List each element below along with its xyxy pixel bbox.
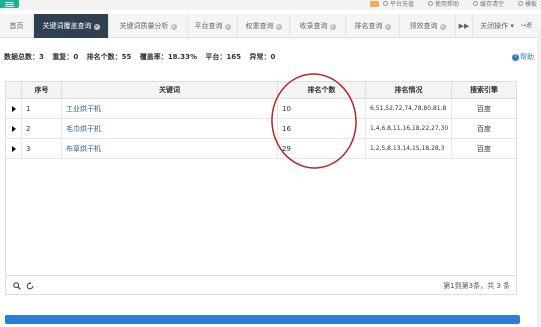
column-header-rank-count[interactable]: 排名个数 — [278, 82, 366, 99]
tab-platform-query[interactable]: 平台查询 × — [188, 14, 238, 38]
tab-effect-query[interactable]: 领效查询 × — [400, 14, 456, 38]
close-icon[interactable]: × — [93, 24, 100, 30]
row-keyword: 毛巾烘干机 — [62, 119, 278, 139]
template-link[interactable]: 模板 — [517, 0, 537, 8]
expand-row-icon[interactable] — [6, 139, 22, 159]
tab-index-query[interactable]: 收录查询 × — [290, 14, 346, 38]
row-index: 2 — [22, 119, 62, 139]
row-rank-count: 10 — [278, 99, 366, 119]
close-icon[interactable]: × — [329, 24, 336, 30]
row-index: 3 — [22, 139, 62, 159]
template-dot-icon — [517, 1, 523, 6]
bottom-progress-bar — [5, 315, 520, 324]
table-footer: 第1到第3条，共 3 条 — [6, 275, 516, 295]
coverage-rate: 18.33% — [167, 53, 197, 61]
vertical-scrollbar[interactable] — [537, 30, 541, 327]
rank-count: 55 — [121, 53, 132, 61]
refresh-icon[interactable] — [26, 282, 34, 290]
column-header-rank-detail[interactable]: 排名情况 — [366, 82, 452, 99]
close-icon[interactable]: × — [275, 24, 282, 30]
help-icon: ? — [512, 53, 519, 61]
page-tabs: 首页 关键词覆盖查询 × 关键词质量分析 × 平台查询 × 权重查询 × 收录查询 × 排… — [0, 14, 541, 38]
table-row[interactable]: 1 工业烘干机 10 6,51,52,72,74,78,80,81,8 百度 — [6, 99, 516, 119]
menu-toggle-button[interactable] — [0, 0, 19, 8]
row-rank-detail: 1,2,5,8,13,14,15,18,28,3 — [366, 139, 452, 159]
top-strip: 平台充值 使用帮助 缓存清空 模板 — [0, 0, 541, 10]
platform-count: 165 — [226, 53, 242, 61]
tab-keyword-coverage[interactable]: 关键词覆盖查询 × — [34, 14, 109, 38]
tab-weight-query[interactable]: 权重查询 × — [238, 14, 290, 38]
row-index: 1 — [22, 99, 62, 119]
column-header-index[interactable]: 序号 — [22, 82, 62, 99]
cache-dot-icon — [472, 1, 478, 6]
expand-row-icon[interactable] — [6, 99, 22, 119]
top-toolbar: 平台充值 使用帮助 缓存清空 模板 — [369, 0, 537, 8]
row-rank-detail: 1,4,6,8,11,16,18,22,27,30 — [366, 119, 452, 139]
close-icon[interactable]: × — [384, 24, 391, 30]
pagination-info: 第1到第3条，共 3 条 — [443, 282, 510, 290]
search-icon[interactable] — [13, 282, 21, 290]
recharge-link[interactable]: 平台充值 — [382, 0, 414, 8]
recharge-dot-icon — [382, 1, 388, 6]
table-row[interactable]: 3 布草烘干机 29 1,2,5,8,13,14,15,18,28,3 百度 — [6, 139, 516, 159]
results-table: 序号 关键词 排名个数 排名情况 搜索引擎 1 工业烘干机 10 6,51,52… — [5, 81, 517, 295]
tab-keyword-quality[interactable]: 关键词质量分析 × — [109, 14, 188, 38]
column-header-engine[interactable]: 搜索引擎 — [452, 82, 516, 99]
tabs-scroll-right-icon[interactable]: ▶▶ — [456, 14, 473, 38]
close-icon[interactable]: × — [224, 24, 231, 30]
help-dot-icon — [427, 1, 433, 6]
table-row[interactable]: 2 毛巾烘干机 16 1,4,6,8,11,16,18,22,27,30 百度 — [6, 119, 516, 139]
duplicate-count: 0 — [73, 53, 79, 61]
close-operations-dropdown[interactable]: 关闭操作 ▾ — [473, 14, 521, 38]
row-engine: 百度 — [477, 145, 491, 153]
recharge-icon — [369, 0, 379, 7]
expand-row-icon[interactable] — [6, 119, 22, 139]
stats-summary: 数据总数：3 重复：0 排名个数：55 覆盖率：18.33% 平台：165 异常… — [4, 53, 276, 61]
row-rank-detail: 6,51,52,72,74,78,80,81,8 — [366, 99, 452, 119]
help-doc-link[interactable]: 使用帮助 — [427, 0, 459, 8]
table-header: 序号 关键词 排名个数 排名情况 搜索引擎 — [6, 82, 516, 99]
total-count: 3 — [39, 53, 44, 61]
clear-cache-link[interactable]: 缓存清空 — [472, 0, 504, 8]
help-link[interactable]: ? 帮助 — [512, 52, 534, 62]
row-keyword: 布草烘干机 — [62, 139, 278, 159]
row-keyword: 工业烘干机 — [62, 99, 278, 119]
row-engine: 百度 — [477, 105, 491, 113]
close-icon[interactable]: × — [439, 24, 446, 30]
expander-column-header — [6, 82, 22, 99]
close-icon[interactable]: × — [170, 24, 177, 30]
error-count: 0 — [270, 53, 276, 61]
column-header-keyword[interactable]: 关键词 — [62, 82, 278, 99]
tab-rank-query[interactable]: 排名查询 × — [346, 14, 400, 38]
tab-home[interactable]: 首页 — [0, 14, 34, 38]
row-engine: 百度 — [477, 125, 491, 133]
row-rank-count: 16 — [278, 119, 366, 139]
row-rank-count: 29 — [278, 139, 366, 159]
